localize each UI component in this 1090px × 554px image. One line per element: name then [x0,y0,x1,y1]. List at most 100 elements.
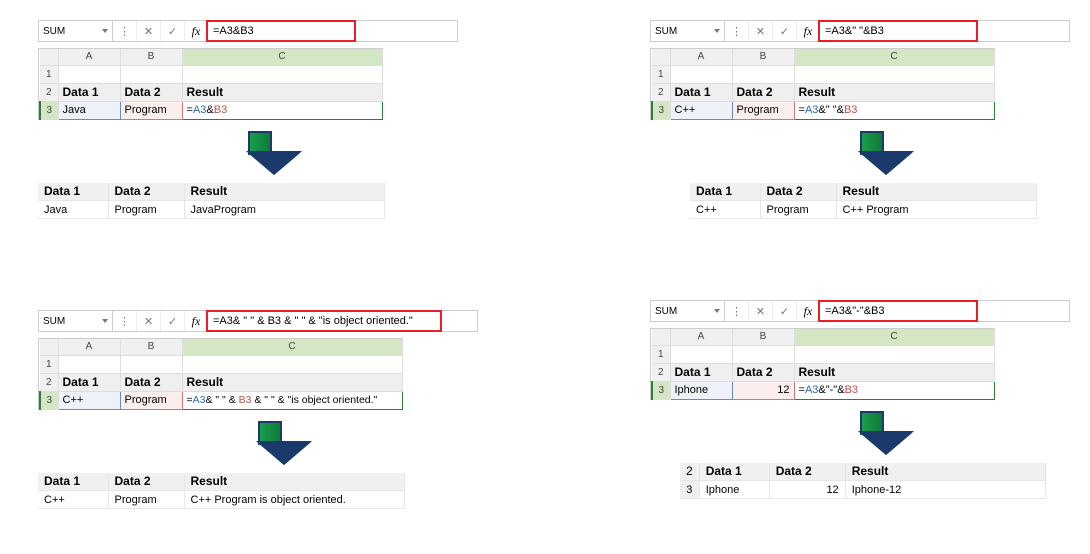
col-header-a[interactable]: A [58,339,120,355]
formula-bar: SUM ⋮ ✕ ✓ fx =A3&"-"&B3 [650,300,1070,322]
row-header-2[interactable]: 2 [652,363,670,381]
chevron-down-icon[interactable] [102,29,108,33]
result-table: 2 Data 1 Data 2 Result 3 Iphone 12 Iphon… [680,463,1046,500]
enter-icon[interactable]: ✓ [773,301,797,321]
cell-a3[interactable]: Iphone [670,381,732,399]
cell[interactable] [182,355,402,373]
row-header-1[interactable]: 1 [40,65,58,83]
worksheet-grid[interactable]: A B C 1 2 Data 1 Data 2 Result 3 Iphone … [650,328,995,400]
col-header-b[interactable]: B [120,339,182,355]
col-header-c[interactable]: C [794,329,994,345]
formula-input[interactable]: =A3& " " & B3 & " " & "is object oriente… [206,310,442,332]
name-box[interactable]: SUM [39,311,113,331]
chevron-down-icon[interactable] [714,29,720,33]
fx-icon[interactable]: fx [797,304,819,319]
enter-icon[interactable]: ✓ [161,21,185,41]
name-box-value: SUM [43,26,65,37]
cell[interactable] [58,65,120,83]
cell-a3[interactable]: C++ [58,391,120,409]
cell[interactable] [58,355,120,373]
cell[interactable] [794,345,994,363]
col-header-b[interactable]: B [120,49,182,65]
cancel-icon[interactable]: ✕ [137,311,161,331]
name-box[interactable]: SUM [651,301,725,321]
cell-a3[interactable]: C++ [670,101,732,119]
formula-bar: SUM ⋮ ✕ ✓ fx =A3&B3 [38,20,458,42]
enter-icon[interactable]: ✓ [161,311,185,331]
chevron-down-icon[interactable] [714,309,720,313]
cell-b3[interactable]: 12 [732,381,794,399]
cell[interactable] [732,345,794,363]
col-header-a[interactable]: A [58,49,120,65]
select-all-corner[interactable] [652,49,670,65]
cell-c3[interactable]: =A3&" "&B3 [794,101,994,119]
col-header-a[interactable]: A [670,49,732,65]
result-header: Data 2 [108,183,184,201]
name-box[interactable]: SUM [39,21,113,41]
cell[interactable] [120,355,182,373]
formula-input[interactable]: =A3&B3 [206,20,356,42]
cell-header[interactable]: Result [182,373,402,391]
col-header-b[interactable]: B [732,329,794,345]
formula-input[interactable]: =A3&" "&B3 [818,20,978,42]
cell-header[interactable]: Data 1 [58,373,120,391]
cell-b3[interactable]: Program [732,101,794,119]
worksheet-grid[interactable]: A B C 1 2 Data 1 Data 2 Result 3 C++ Pro… [38,338,403,410]
formula-input[interactable]: =A3&"-"&B3 [818,300,978,322]
select-all-corner[interactable] [652,329,670,345]
cell-header[interactable]: Result [794,83,994,101]
fx-icon[interactable]: fx [797,24,819,39]
cell[interactable] [794,65,994,83]
cell-a3[interactable]: Java [58,101,120,119]
cell-header[interactable]: Result [794,363,994,381]
worksheet-grid[interactable]: A B C 1 2 Data 1 Data 2 Result 3 Java Pr… [38,48,383,120]
cell-header[interactable]: Data 2 [732,363,794,381]
cell[interactable] [670,345,732,363]
cell-header[interactable]: Data 1 [58,83,120,101]
cell[interactable] [732,65,794,83]
cell-header[interactable]: Data 2 [732,83,794,101]
cell-b3[interactable]: Program [120,101,182,119]
row-header-3[interactable]: 3 [652,381,670,399]
row-header-3[interactable]: 3 [652,101,670,119]
cell-c3[interactable]: =A3& " " & B3 & " " & "is object oriente… [182,391,402,409]
fx-icon[interactable]: fx [185,314,207,329]
col-header-a[interactable]: A [670,329,732,345]
row-header-2[interactable]: 2 [40,83,58,101]
dots-icon: ⋮ [113,311,137,331]
row-header-3[interactable]: 3 [40,391,58,409]
col-header-c[interactable]: C [182,49,382,65]
col-header-c[interactable]: C [794,49,994,65]
cell[interactable] [670,65,732,83]
cell-header[interactable]: Data 2 [120,83,182,101]
cancel-icon[interactable]: ✕ [137,21,161,41]
select-all-corner[interactable] [40,339,58,355]
chevron-down-icon[interactable] [102,319,108,323]
row-header-3[interactable]: 3 [40,101,58,119]
cell-c3[interactable]: =A3&"-"&B3 [794,381,994,399]
cell-header[interactable]: Data 2 [120,373,182,391]
cell-b3[interactable]: Program [120,391,182,409]
col-header-b[interactable]: B [732,49,794,65]
name-box[interactable]: SUM [651,21,725,41]
row-header-1[interactable]: 1 [40,355,58,373]
row-header-2[interactable]: 2 [652,83,670,101]
cancel-icon[interactable]: ✕ [749,301,773,321]
row-header-1[interactable]: 1 [652,65,670,83]
cell[interactable] [120,65,182,83]
select-all-corner[interactable] [40,49,58,65]
cell-header[interactable]: Data 1 [670,83,732,101]
enter-icon[interactable]: ✓ [773,21,797,41]
col-header-c[interactable]: C [182,339,402,355]
row-header-1[interactable]: 1 [652,345,670,363]
result-header: Result [845,463,1045,481]
fx-icon[interactable]: fx [185,24,207,39]
cell-c3[interactable]: =A3&B3 [182,101,382,119]
cell-header[interactable]: Data 1 [670,363,732,381]
result-cell: C++ [38,491,108,509]
cancel-icon[interactable]: ✕ [749,21,773,41]
cell[interactable] [182,65,382,83]
row-header-2[interactable]: 2 [40,373,58,391]
cell-header[interactable]: Result [182,83,382,101]
worksheet-grid[interactable]: A B C 1 2 Data 1 Data 2 Result 3 C++ Pro… [650,48,995,120]
